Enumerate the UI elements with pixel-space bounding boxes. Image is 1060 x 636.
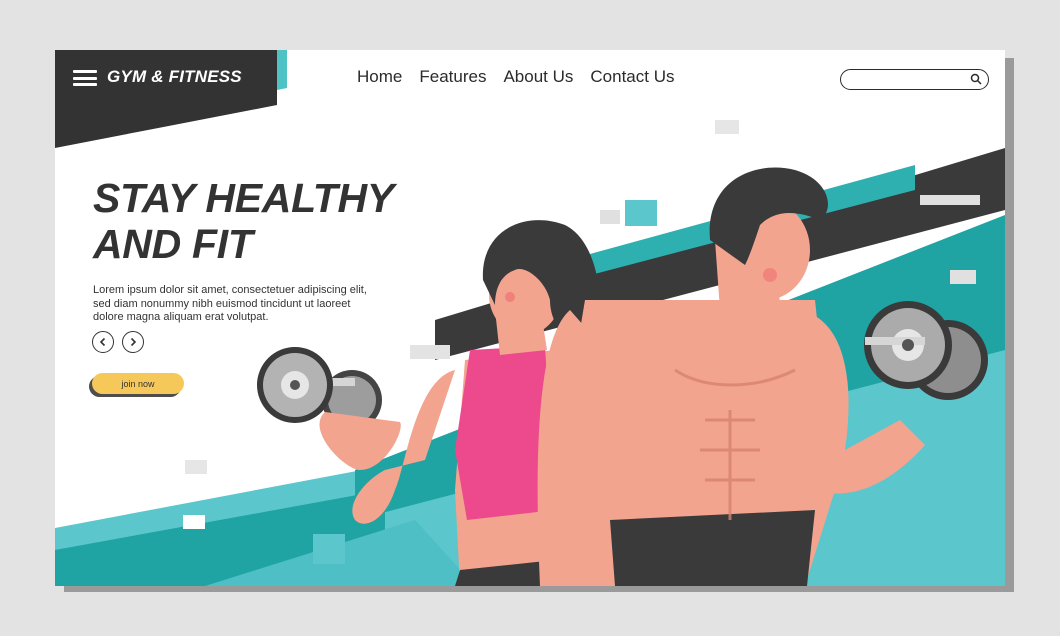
carousel-controls [92, 331, 144, 353]
search-icon[interactable] [970, 73, 982, 85]
bg-square [185, 460, 207, 474]
main-nav: Home Features About Us Contact Us [357, 67, 674, 87]
next-button[interactable] [122, 331, 144, 353]
prev-button[interactable] [92, 331, 114, 353]
nav-contact-us[interactable]: Contact Us [590, 67, 674, 87]
chevron-right-icon [130, 337, 137, 347]
join-now-button[interactable]: join now [92, 373, 184, 394]
hamburger-menu-icon[interactable] [73, 70, 97, 86]
hero-title-line-1: STAY HEALTHY [93, 175, 394, 221]
search-input[interactable] [851, 72, 963, 87]
hero-title-line-2: AND FIT [93, 221, 253, 267]
bg-square [920, 195, 980, 205]
search-box [840, 69, 989, 90]
brand-logo[interactable]: GYM & FITNESS [107, 67, 242, 87]
bg-square [625, 200, 657, 226]
bg-square [313, 534, 345, 564]
nav-about-us[interactable]: About Us [503, 67, 573, 87]
header-accent [277, 50, 287, 90]
bg-square [410, 345, 450, 359]
hero-description: Lorem ipsum dolor sit amet, consectetuer… [93, 284, 367, 323]
bg-square [950, 270, 976, 284]
nav-features[interactable]: Features [419, 67, 486, 87]
bg-square [183, 515, 205, 529]
header-band [55, 50, 277, 148]
hero-title: STAY HEALTHY AND FIT [93, 175, 423, 267]
landing-page: GYM & FITNESS Home Features About Us Con… [55, 50, 1005, 586]
bg-square [600, 210, 620, 224]
chevron-left-icon [99, 337, 106, 347]
nav-home[interactable]: Home [357, 67, 402, 87]
bg-square [715, 120, 739, 134]
